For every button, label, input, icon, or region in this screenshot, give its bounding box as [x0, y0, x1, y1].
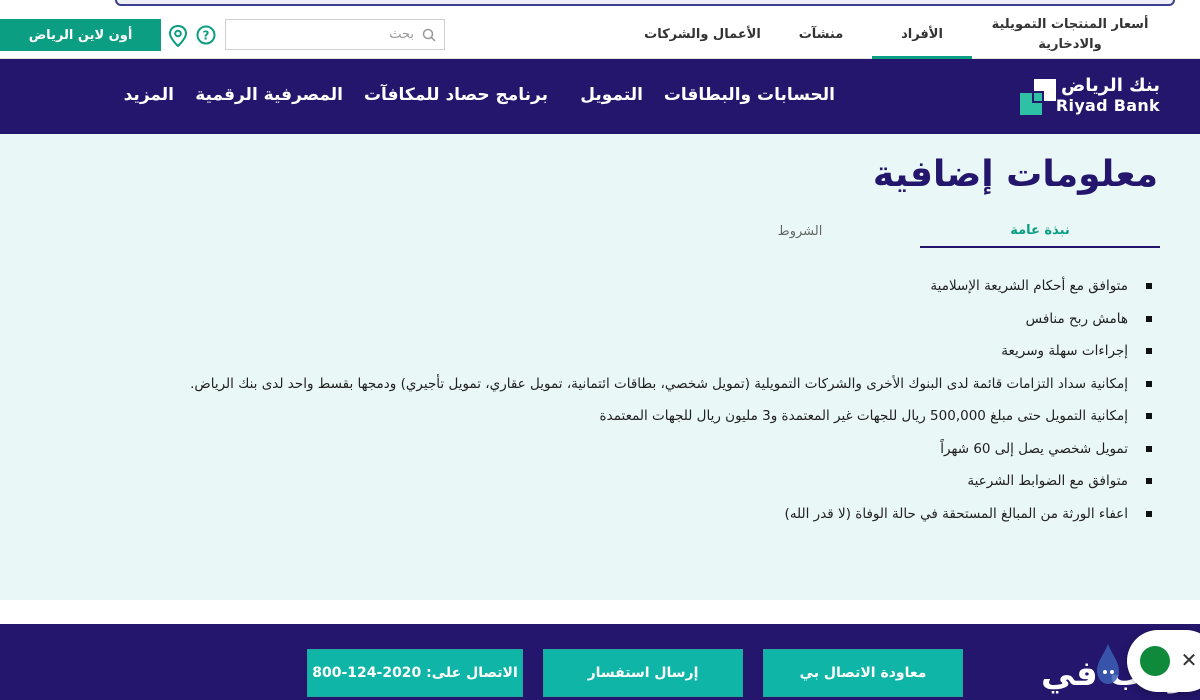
help-circle-icon[interactable]: ? — [196, 25, 216, 45]
additional-info-section: معلومات إضافية نبذة عامة الشروط متوافق م… — [0, 134, 1200, 600]
bullet-icon — [1146, 315, 1152, 322]
list-item: اعفاء الورثة من المبالغ المستحقة في حالة… — [118, 504, 1158, 537]
svg-text:?: ? — [203, 29, 210, 43]
bullet-icon — [1146, 510, 1152, 517]
features-list: متوافق مع أحكام الشريعة الإسلامية هامش ر… — [118, 276, 1158, 536]
list-item: متوافق مع أحكام الشريعة الإسلامية — [118, 276, 1158, 309]
feature-text: تمويل شخصي يصل إلى 60 شهراً — [940, 440, 1128, 457]
segment-tab-corporate[interactable]: الأعمال والشركات — [640, 10, 765, 59]
list-item: هامش ربح منافس — [118, 309, 1158, 342]
nav-item-financing[interactable]: التمويل — [580, 85, 643, 105]
segment-tab-sme[interactable]: منشآت — [785, 10, 857, 59]
browser-top-edge — [0, 0, 1200, 10]
info-tabs: نبذة عامة الشروط — [640, 214, 1160, 250]
top-edge-bar — [115, 0, 1175, 6]
chat-widget[interactable]: ✕ — [1127, 630, 1200, 692]
bullet-icon — [1146, 478, 1152, 484]
feature-text: متوافق مع أحكام الشريعة الإسلامية — [930, 278, 1128, 294]
feature-text: متوافق مع الضوابط الشرعية — [967, 473, 1128, 489]
contact-cta-band: أرغب في : معاودة الاتصال بي إرسال استفسا… — [0, 624, 1200, 700]
list-item: تمويل شخصي يصل إلى 60 شهراً — [118, 439, 1158, 472]
segment-tab-rates[interactable]: أسعار المنتجات التمويلية والادخارية — [980, 10, 1160, 59]
close-icon[interactable]: ✕ — [1179, 648, 1199, 672]
drop-icon — [1097, 644, 1119, 684]
chat-avatar-icon[interactable] — [1140, 646, 1170, 676]
send-inquiry-button[interactable]: إرسال استفسار — [543, 649, 743, 697]
logo-english-text: Riyad Bank — [1055, 96, 1160, 115]
bullet-icon — [1146, 413, 1152, 419]
tab-terms[interactable]: الشروط — [680, 214, 920, 248]
feature-text: إجراءات سهلة وسريعة — [1001, 343, 1128, 359]
feature-text: هامش ربح منافس — [1025, 310, 1128, 327]
main-navigation: بنك الرياض Riyad Bank الحسابات والبطاقات… — [0, 59, 1200, 134]
list-item: إجراءات سهلة وسريعة — [118, 341, 1158, 374]
tab-overview[interactable]: نبذة عامة — [920, 214, 1160, 248]
bullet-icon — [1146, 445, 1152, 452]
nav-item-accounts-cards[interactable]: الحسابات والبطاقات — [664, 85, 835, 105]
page-title: معلومات إضافية — [872, 154, 1158, 195]
bullet-icon — [1146, 348, 1152, 354]
utility-header: أون لاين الرياض ? أسعار المنتجات التمويل… — [0, 10, 1200, 60]
feature-text: اعفاء الورثة من المبالغ المستحقة في حالة… — [784, 505, 1128, 522]
search-input[interactable] — [226, 20, 444, 49]
feature-text: إمكانية سداد التزامات قائمة لدى البنوك ا… — [190, 375, 1128, 392]
location-pin-icon[interactable] — [168, 25, 188, 47]
callback-button[interactable]: معاودة الاتصال بي — [763, 649, 963, 697]
nav-item-more[interactable]: المزيد — [124, 85, 174, 105]
riyad-online-button[interactable]: أون لاين الرياض — [0, 19, 161, 51]
footer-gap — [0, 600, 1200, 624]
search-box[interactable] — [225, 19, 445, 50]
search-icon[interactable] — [422, 28, 436, 42]
list-item: إمكانية التمويل حتى مبلغ 500,000 ريال لل… — [118, 406, 1158, 439]
riyad-bank-logo[interactable]: بنك الرياض Riyad Bank — [1020, 75, 1160, 119]
list-item: إمكانية سداد التزامات قائمة لدى البنوك ا… — [118, 374, 1158, 407]
riyad-bank-logo-mark — [1020, 79, 1056, 115]
nav-item-digital-banking[interactable]: المصرفية الرقمية — [195, 85, 343, 105]
bullet-icon — [1146, 283, 1152, 289]
call-number-button[interactable]: الاتصال على: 2020-124-800 — [307, 649, 523, 697]
bullet-icon — [1146, 380, 1152, 387]
logo-arabic-text: بنك الرياض — [1061, 75, 1160, 96]
nav-item-hassad-rewards[interactable]: برنامج حصاد للمكافآت — [364, 85, 548, 105]
list-item: متوافق مع الضوابط الشرعية — [118, 471, 1158, 504]
feature-text: إمكانية التمويل حتى مبلغ 500,000 ريال لل… — [599, 408, 1128, 424]
segment-tab-individuals[interactable]: الأفراد — [872, 10, 972, 60]
